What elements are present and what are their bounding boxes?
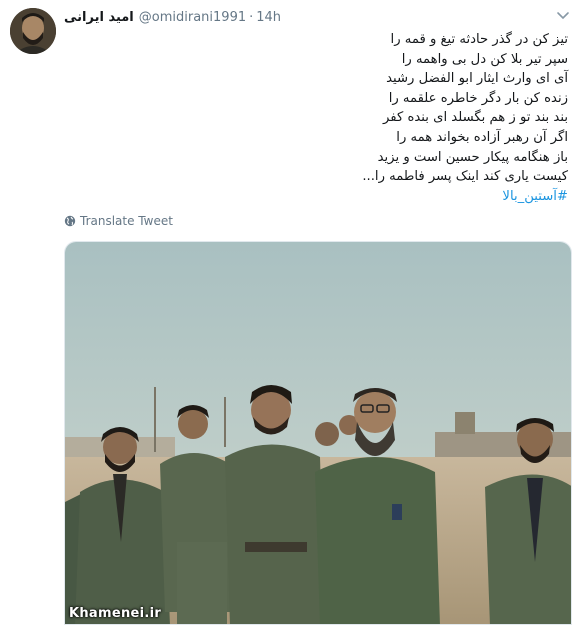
tweet-line: اگر آن رهبر آزاده بخواند همه را bbox=[396, 129, 568, 145]
photo-image bbox=[65, 242, 571, 624]
user-handle[interactable]: @omidirani1991 bbox=[139, 10, 246, 25]
globe-icon bbox=[64, 215, 76, 227]
tweet-line: آی ای وارث ایثار ابو الفضل رشید bbox=[386, 71, 568, 87]
tweet-line: کیست یاری کند اینک پسر فاطمه را... bbox=[362, 169, 568, 185]
photo-watermark: Khamenei.ir bbox=[69, 606, 162, 621]
avatar-portrait-icon bbox=[10, 8, 56, 54]
tweet-line: تیز کن در گذر حادثه تیغ و قمه را bbox=[390, 32, 568, 47]
tweet-header: امید ایرانی @omidirani1991 · 14h bbox=[64, 7, 281, 27]
tweet-line: زنده کن بار دگر خاطره علقمه را bbox=[388, 90, 568, 106]
tweet-line: سپر تیر بلا کن دل بی واهمه را bbox=[401, 51, 568, 67]
hashtag-link[interactable]: #آستین_بالا bbox=[300, 187, 568, 207]
avatar[interactable] bbox=[10, 8, 56, 54]
chevron-down-icon[interactable] bbox=[556, 9, 570, 23]
tweet-timestamp[interactable]: 14h bbox=[256, 10, 281, 25]
translate-tweet-link[interactable]: Translate Tweet bbox=[64, 214, 173, 228]
tweet-text: تیز کن در گذر حادثه تیغ و قمه را سپر تیر… bbox=[300, 30, 568, 206]
separator-dot: · bbox=[249, 9, 254, 25]
tweet-line: بند بند تو ز هم بگسلد ای بنده کفر bbox=[383, 110, 568, 126]
tweet-line: باز هنگامه پیکار حسین است و یزید bbox=[377, 149, 568, 165]
tweet-photo[interactable] bbox=[64, 241, 572, 625]
translate-label: Translate Tweet bbox=[80, 214, 173, 228]
display-name[interactable]: امید ایرانی bbox=[64, 10, 134, 25]
